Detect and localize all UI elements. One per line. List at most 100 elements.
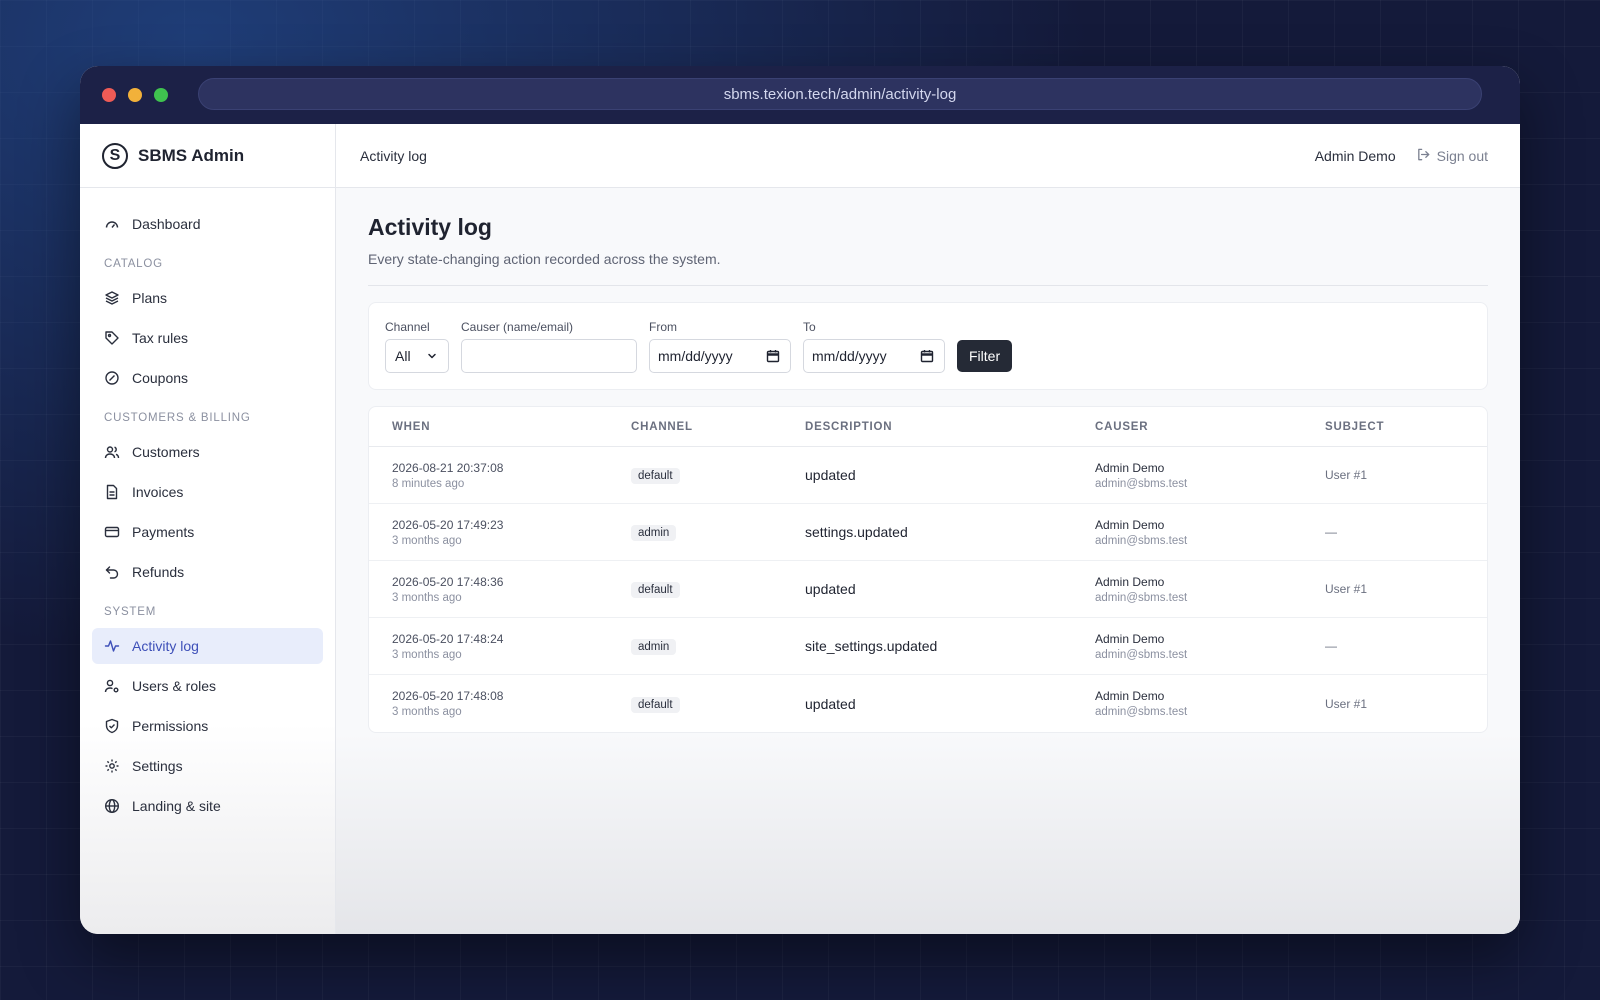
when-date: 2026-05-20 17:48:08 (392, 689, 504, 703)
cell-when: 2026-05-20 17:48:24 3 months ago (369, 632, 631, 661)
when-relative: 3 months ago (392, 706, 462, 718)
sidebar-item-customers[interactable]: Customers (92, 434, 323, 470)
address-bar[interactable]: sbms.texion.tech/admin/activity-log (198, 78, 1482, 110)
sidebar-item-users-roles[interactable]: Users & roles (92, 668, 323, 704)
sidebar-item-label: Coupons (132, 370, 189, 386)
channel-badge: default (631, 582, 680, 598)
sidebar-item-settings[interactable]: Settings (92, 748, 323, 784)
column-header-when[interactable]: WHEN (369, 421, 631, 433)
sidebar-item-landing-site[interactable]: Landing & site (92, 788, 323, 824)
channel-badge: admin (631, 525, 677, 541)
channel-field: Channel All (385, 320, 449, 373)
table-row[interactable]: 2026-08-21 20:37:08 8 minutes ago defaul… (369, 447, 1487, 504)
undo-icon (104, 564, 120, 580)
calendar-icon[interactable] (766, 349, 780, 363)
brand-name: SBMS Admin (138, 145, 245, 165)
cell-when: 2026-08-21 20:37:08 8 minutes ago (369, 461, 631, 490)
sidebar-item-dashboard[interactable]: Dashboard (92, 206, 323, 242)
sidebar-item-permissions[interactable]: Permissions (92, 708, 323, 744)
table-header: WHEN CHANNEL DESCRIPTION CAUSER SUBJECT (369, 407, 1487, 447)
cell-subject: User #1 (1325, 582, 1368, 596)
from-field: From mm/dd/yyyy (649, 320, 791, 373)
causer-name: Admin Demo (1095, 517, 1165, 532)
cell-channel: default (631, 695, 805, 713)
channel-select-value: All (395, 348, 411, 364)
gear-icon (104, 758, 120, 774)
topbar-title: Activity log (360, 147, 427, 164)
badge-percent-icon (104, 370, 120, 386)
causer-email: admin@sbms.test (1095, 648, 1188, 661)
current-user-name: Admin Demo (1314, 147, 1396, 164)
tag-icon (104, 330, 120, 346)
globe-icon (104, 798, 120, 814)
cell-description: site_settings.updated (805, 638, 938, 654)
sidebar-item-label: Payments (132, 524, 195, 540)
sidebar-item-refunds[interactable]: Refunds (92, 554, 323, 590)
channel-select[interactable]: All (385, 339, 449, 373)
window-controls (102, 88, 168, 102)
column-header-description[interactable]: DESCRIPTION (805, 421, 1095, 433)
browser-window: sbms.texion.tech/admin/activity-log S SB… (80, 66, 1520, 934)
when-date: 2026-08-21 20:37:08 (392, 460, 504, 475)
sidebar-item-label: Landing & site (132, 798, 221, 814)
causer-email: admin@sbms.test (1095, 591, 1188, 604)
cell-channel: admin (631, 523, 805, 541)
causer-name: Admin Demo (1095, 574, 1165, 589)
table-row[interactable]: 2026-05-20 17:48:08 3 months ago default… (369, 675, 1487, 732)
sidebar-item-label: Activity log (132, 638, 199, 654)
when-relative: 3 months ago (392, 591, 462, 604)
causer-field: Causer (name/email) (461, 320, 637, 373)
cell-description: updated (805, 695, 856, 712)
when-date: 2026-05-20 17:48:24 (392, 631, 504, 646)
minimize-window-button[interactable] (128, 88, 142, 102)
from-date-input[interactable]: mm/dd/yyyy (649, 339, 791, 373)
page-subtitle: Every state-changing action recorded acr… (368, 251, 721, 267)
when-relative: 3 months ago (392, 534, 462, 547)
cell-when: 2026-05-20 17:49:23 3 months ago (369, 518, 631, 547)
to-date-input[interactable]: mm/dd/yyyy (803, 339, 945, 373)
activity-table: WHEN CHANNEL DESCRIPTION CAUSER SUBJECT … (368, 406, 1488, 733)
causer-email: admin@sbms.test (1095, 534, 1188, 547)
file-text-icon (104, 484, 120, 500)
maximize-window-button[interactable] (154, 88, 168, 102)
cell-subject: — (1325, 525, 1337, 539)
table-row[interactable]: 2026-05-20 17:49:23 3 months ago admin s… (369, 504, 1487, 561)
sidebar-item-tax-rules[interactable]: Tax rules (92, 320, 323, 356)
calendar-icon[interactable] (920, 349, 934, 363)
brand[interactable]: S SBMS Admin (80, 124, 335, 188)
cell-channel: admin (631, 637, 805, 655)
log-out-icon (1416, 147, 1431, 165)
table-row[interactable]: 2026-05-20 17:48:36 3 months ago default… (369, 561, 1487, 618)
filter-button[interactable]: Filter (957, 340, 1013, 372)
topbar: Activity log Admin Demo Sign out (336, 124, 1520, 188)
sidebar-item-label: Invoices (132, 484, 184, 500)
to-field: To mm/dd/yyyy (803, 320, 945, 373)
credit-card-icon (104, 524, 120, 540)
sidebar-item-label: Refunds (132, 564, 185, 580)
layers-icon (104, 290, 120, 306)
sidebar-item-label: Customers (132, 444, 200, 460)
sidebar-item-coupons[interactable]: Coupons (92, 360, 323, 396)
cell-causer: Admin Demo admin@sbms.test (1095, 518, 1325, 547)
causer-input[interactable] (461, 339, 637, 373)
sidebar-item-label: Plans (132, 290, 168, 306)
column-header-subject[interactable]: SUBJECT (1325, 421, 1487, 433)
channel-badge: admin (631, 639, 677, 655)
table-row[interactable]: 2026-05-20 17:48:24 3 months ago admin s… (369, 618, 1487, 675)
sidebar-item-activity-log[interactable]: Activity log (92, 628, 323, 664)
cell-causer: Admin Demo admin@sbms.test (1095, 632, 1325, 661)
sidebar-item-payments[interactable]: Payments (92, 514, 323, 550)
cell-description: settings.updated (805, 524, 908, 540)
sidebar-item-label: Tax rules (132, 330, 189, 346)
sidebar-item-plans[interactable]: Plans (92, 280, 323, 316)
channel-label: Channel (385, 320, 430, 334)
cell-causer: Admin Demo admin@sbms.test (1095, 575, 1325, 604)
close-window-button[interactable] (102, 88, 116, 102)
column-header-causer[interactable]: CAUSER (1095, 421, 1325, 433)
column-header-channel[interactable]: CHANNEL (631, 421, 805, 433)
channel-badge: default (631, 468, 680, 484)
chevron-down-icon (428, 353, 436, 359)
sidebar-item-invoices[interactable]: Invoices (92, 474, 323, 510)
sign-out-button[interactable]: Sign out (1416, 147, 1488, 165)
cell-causer: Admin Demo admin@sbms.test (1095, 461, 1325, 490)
